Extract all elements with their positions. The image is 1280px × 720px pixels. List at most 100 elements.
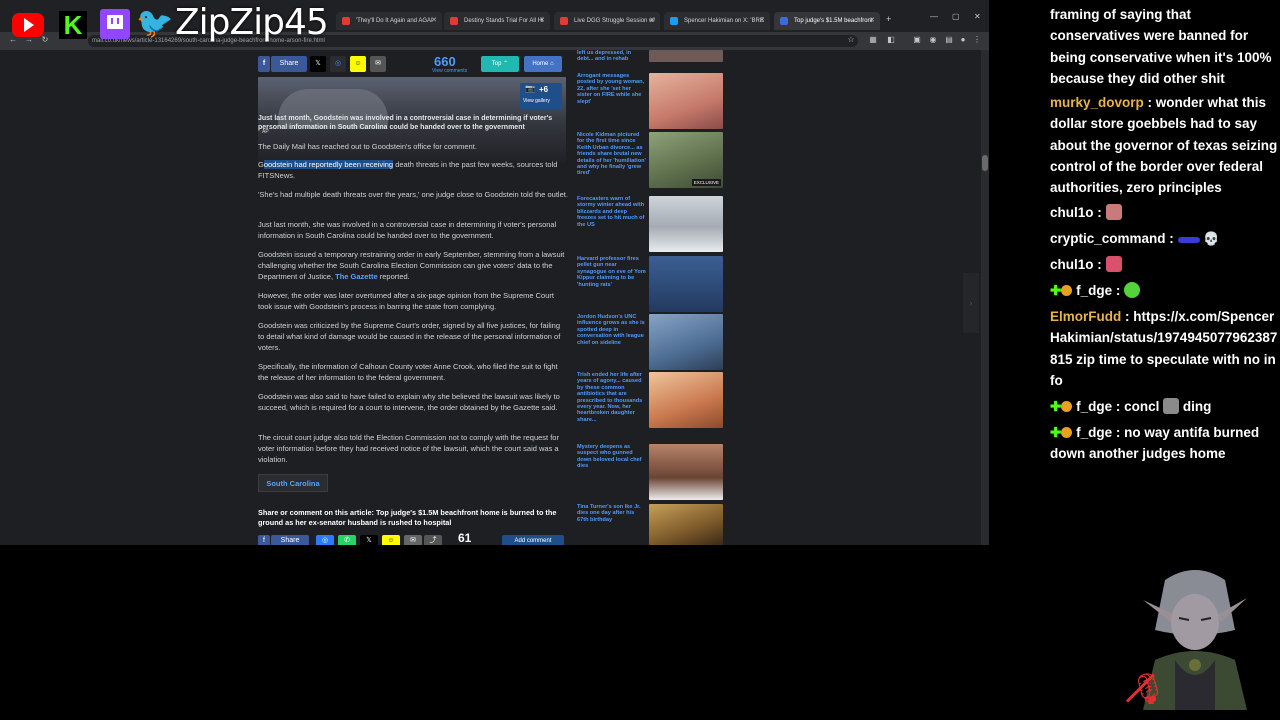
sidebar-story[interactable]: Arrogant messages posted by young woman,… (575, 73, 725, 129)
extension-icon[interactable]: ◧ (886, 35, 896, 45)
paragraph: Goodstein had reportedly been receiving … (258, 160, 568, 182)
chat-username[interactable]: ElmorFudd (1050, 309, 1121, 324)
story-headline[interactable]: Arrogant messages posted by young woman,… (577, 73, 647, 105)
stream-overlay: K 🐦 ZipZip45 (0, 0, 340, 48)
menu-icon[interactable]: ⋮ (972, 35, 982, 45)
chat-message: ✚ f_dge : concl ding (1050, 396, 1280, 417)
sub-badge-icon: ✚ (1050, 425, 1062, 440)
story-thumbnail[interactable] (649, 372, 723, 428)
story-thumbnail[interactable] (649, 73, 723, 129)
paragraph: The Daily Mail has reached out to Goodst… (258, 142, 477, 151)
extension-icon[interactable]: ▣ (912, 35, 922, 45)
share-button[interactable]: Share (271, 535, 309, 545)
extension-icon[interactable]: ▦ (868, 35, 878, 45)
chat-username[interactable]: cryptic_command (1050, 231, 1166, 246)
comment-count[interactable]: 660 (434, 55, 456, 68)
close-icon[interactable]: ✕ (869, 12, 875, 30)
story-thumbnail[interactable] (649, 504, 723, 545)
bookmark-star-icon[interactable]: ☆ (846, 35, 856, 45)
separator: : (1112, 425, 1125, 440)
minimize-icon[interactable]: — (930, 12, 938, 21)
close-icon[interactable]: ✕ (649, 12, 655, 30)
email-icon[interactable]: ✉ (370, 56, 386, 72)
story-thumbnail[interactable] (649, 196, 723, 252)
snapchat-icon[interactable]: ☺ (350, 56, 366, 72)
scrollbar[interactable] (981, 50, 989, 545)
topic-tag-button[interactable]: South Carolina (258, 474, 328, 492)
sidebar-story[interactable]: Tina Turner's son Ike Jr. dies one day a… (575, 504, 725, 545)
view-gallery-button[interactable]: 📷 +6 View gallery (520, 83, 562, 109)
email-icon[interactable]: ✉ (404, 535, 422, 545)
paragraph: 'She's had multiple death threats over t… (258, 190, 568, 199)
chat-username[interactable]: chul1o (1050, 257, 1094, 272)
x-share-icon[interactable]: 𝕏 (310, 56, 326, 72)
story-headline[interactable]: Nicole Kidman pictured for the first tim… (577, 132, 647, 177)
browser-window: 'They'll Do It Again and AGAI ✕ Destiny … (0, 0, 989, 545)
story-headline[interactable]: left us depressed, in debt... and in reh… (577, 50, 647, 63)
view-comments-link[interactable]: View comments (432, 68, 467, 74)
tab-4[interactable]: Spencer Hakimian on X: 'BRE ✕ (664, 12, 770, 30)
tab-1[interactable]: 'They'll Do It Again and AGAI ✕ (336, 12, 442, 30)
chat-username[interactable]: f_dge (1076, 399, 1112, 414)
story-thumbnail[interactable] (649, 50, 723, 62)
chat-username[interactable]: murky_dovorp (1050, 95, 1144, 110)
chat-text: ding (1182, 399, 1212, 414)
window-close-icon[interactable]: ✕ (974, 12, 981, 21)
sidebar-story[interactable]: Jordon Hudson's UNC influence grows as s… (575, 314, 725, 370)
close-icon[interactable]: ✕ (539, 12, 545, 30)
chat-username[interactable]: chul1o (1050, 205, 1094, 220)
tab-2[interactable]: Destiny Stands Trial For All Hi ✕ (444, 12, 550, 30)
x-share-icon[interactable]: 𝕏 (360, 535, 378, 545)
extension-icon[interactable]: ◉ (928, 35, 938, 45)
story-headline[interactable]: Tina Turner's son Ike Jr. dies one day a… (577, 504, 647, 523)
story-thumbnail[interactable]: EXCLUSIVE (649, 132, 723, 188)
facebook-icon[interactable]: f (258, 535, 270, 545)
story-thumbnail[interactable] (649, 256, 723, 312)
sidebar-story[interactable]: Nicole Kidman pictured for the first tim… (575, 132, 725, 190)
story-thumbnail[interactable] (649, 314, 723, 370)
sidebar-story[interactable]: left us depressed, in debt... and in reh… (575, 50, 725, 62)
gazette-link[interactable]: The Gazette (335, 272, 378, 281)
profile-icon[interactable]: ● (958, 35, 968, 45)
badge-icon (1061, 285, 1073, 296)
sub-badge-icon: ✚ (1050, 399, 1062, 414)
messenger-icon[interactable]: ◎ (330, 56, 346, 72)
next-arrow-icon[interactable]: › (963, 273, 979, 333)
sidebar-story[interactable]: Harvard professor fires pellet gun near … (575, 256, 725, 312)
home-button[interactable]: Home ⌂ (524, 56, 562, 72)
story-headline[interactable]: Jordon Hudson's UNC influence grows as s… (577, 314, 647, 346)
whatsapp-icon[interactable]: ✆ (338, 535, 356, 545)
top-button[interactable]: Top ⌃ (481, 56, 519, 72)
story-headline[interactable]: Forecasters warn of stormy winter ahead … (577, 196, 647, 228)
maximize-icon[interactable]: ▢ (952, 12, 960, 21)
tab-3[interactable]: Live DGG Struggle Session w/ ✕ (554, 12, 660, 30)
snapchat-icon[interactable]: ☺ (382, 535, 400, 545)
tab-5-active[interactable]: Top judge's $1.5M beachfront ✕ (774, 12, 880, 30)
story-headline[interactable]: Harvard professor fires pellet gun near … (577, 256, 647, 288)
messenger-icon[interactable]: ◎ (316, 535, 334, 545)
emote-icon (1163, 398, 1180, 414)
facebook-icon[interactable]: f (258, 56, 270, 72)
extension-icon[interactable]: ▤ (944, 35, 954, 45)
share-button[interactable]: Share (271, 56, 307, 72)
story-thumbnail[interactable] (649, 444, 723, 500)
separator: : (1143, 95, 1156, 110)
youtube-icon (12, 13, 44, 37)
close-icon[interactable]: ✕ (431, 12, 437, 30)
link-icon[interactable]: ⤴ (424, 535, 442, 545)
story-headline[interactable]: Trish ended her life after years of agon… (577, 372, 647, 423)
chat-username[interactable]: f_dge (1076, 425, 1112, 440)
story-headline[interactable]: Mystery deepens as suspect who gunned do… (577, 444, 647, 470)
chat-username[interactable]: f_dge (1076, 283, 1112, 298)
twitch-eye (117, 18, 119, 24)
new-tab-icon[interactable]: + (886, 14, 891, 24)
add-comment-button[interactable]: Add comment (502, 535, 564, 545)
scrollbar-thumb[interactable] (982, 155, 988, 171)
sidebar-story[interactable]: Forecasters warn of stormy winter ahead … (575, 196, 725, 252)
chat-message: chul1o : (1050, 254, 1280, 275)
sidebar-story[interactable]: Trish ended her life after years of agon… (575, 372, 725, 438)
sidebar-story[interactable]: Mystery deepens as suspect who gunned do… (575, 444, 725, 500)
paragraph: The circuit court judge also told the El… (258, 433, 559, 464)
close-icon[interactable]: ✕ (759, 12, 765, 30)
comment-count[interactable]: 61 (458, 531, 471, 545)
